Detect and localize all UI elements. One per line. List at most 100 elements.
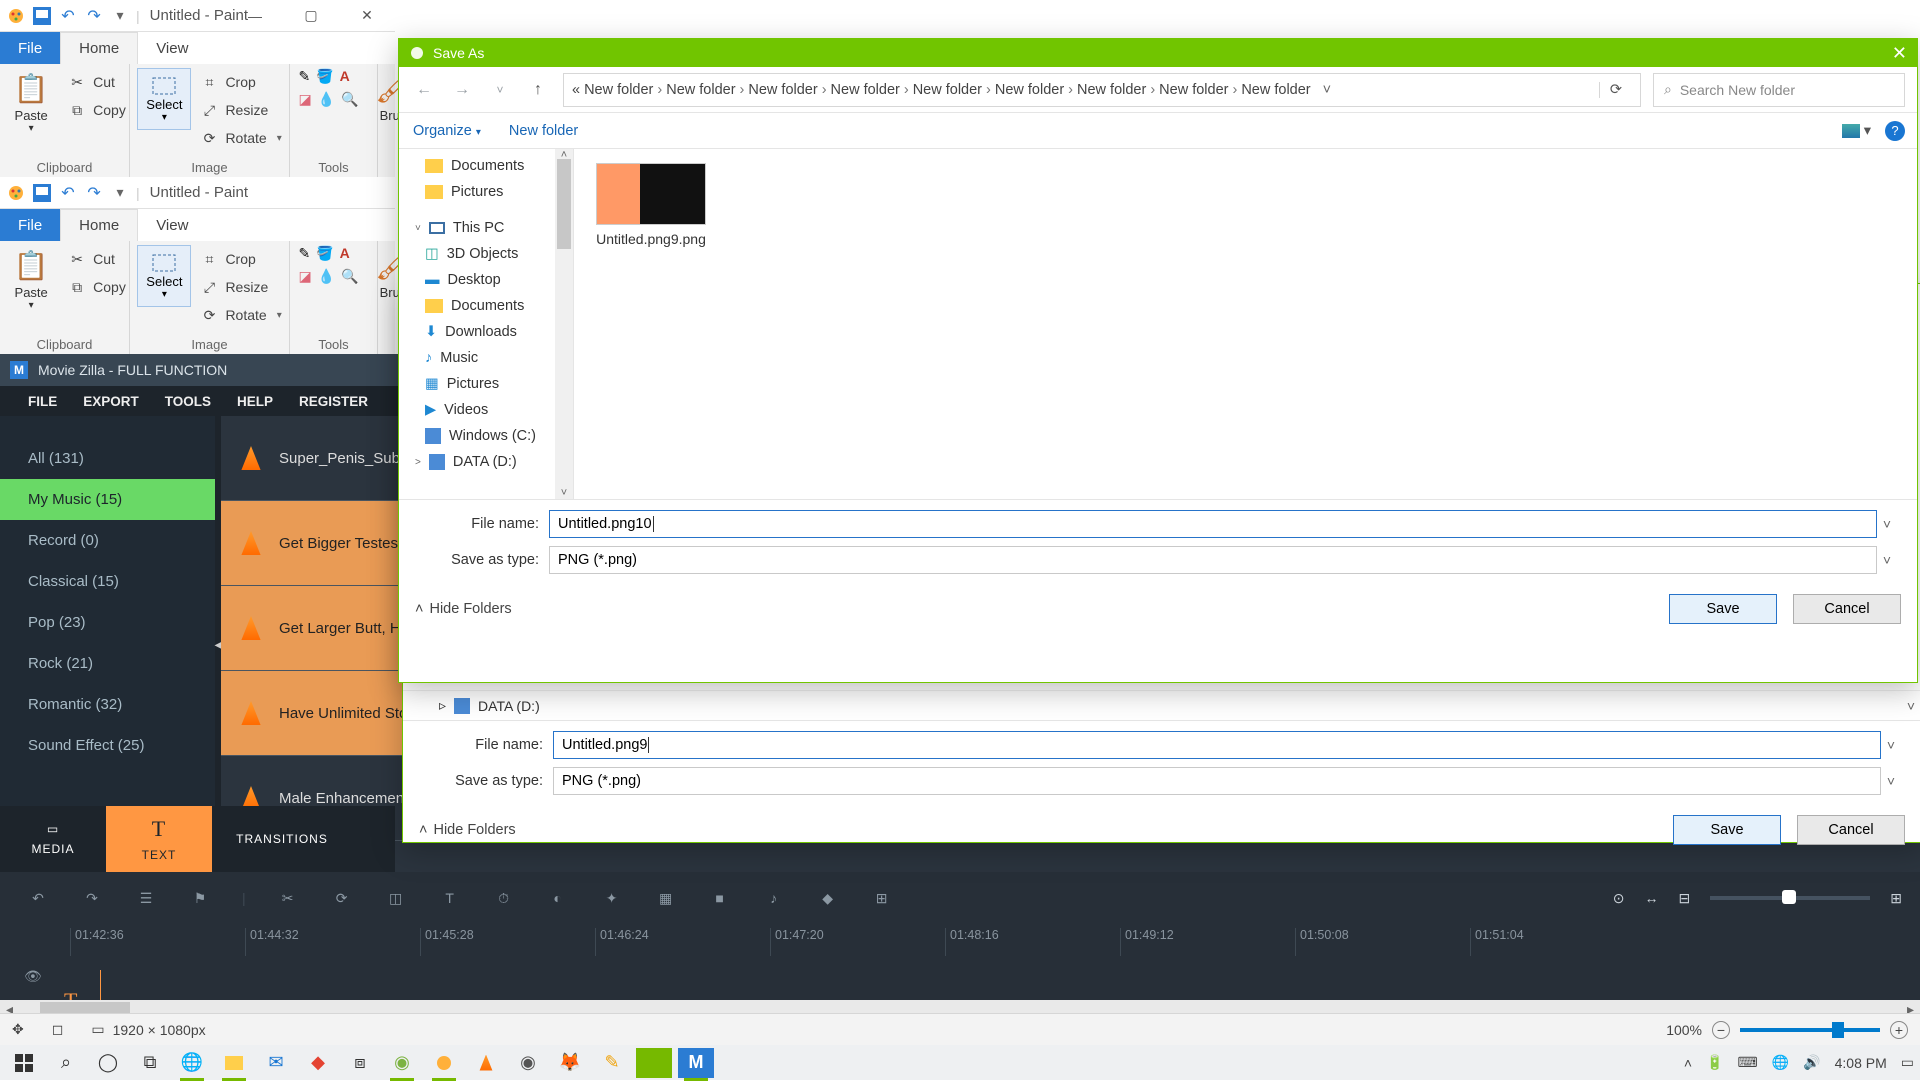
savetype-dropdown[interactable]: PNG (*.png) [549,546,1877,574]
cut-button[interactable]: ✂Cut [67,245,126,273]
view-dropdown-icon[interactable]: ▾ [1842,123,1871,139]
picker-tool-icon[interactable]: 💧 [318,91,335,108]
nvidia-icon[interactable] [636,1048,672,1078]
redo-icon[interactable]: ↶ [84,183,104,203]
battery-icon[interactable]: 🔋 [1706,1054,1723,1071]
cat-all[interactable]: All (131) [0,438,215,479]
vlc-icon[interactable] [468,1048,504,1078]
zoom-in-icon[interactable]: ⊞ [1890,890,1902,907]
help-icon[interactable]: ? [1885,121,1905,141]
cortana-icon[interactable]: ◯ [90,1048,126,1078]
todoist-icon[interactable]: ◆ [300,1048,336,1078]
zoom-slider[interactable] [1710,896,1870,900]
magnifier-tool-icon[interactable]: 🔍 [341,91,358,108]
nav-recent-icon[interactable]: ˅ [487,83,513,97]
paste-button[interactable]: 📋 Paste ▾ [3,68,59,134]
cut-button[interactable]: ✂Cut [67,68,126,96]
text-tool-icon[interactable]: A [340,68,350,84]
select-button[interactable]: Select▾ [137,68,191,130]
mail-icon[interactable]: ✉ [258,1048,294,1078]
task-view-icon[interactable]: ⧉ [132,1048,168,1078]
close-button[interactable]: ✕ [339,0,395,31]
breadcrumb[interactable]: « New folder› New folder› New folder› Ne… [563,73,1641,107]
cat-pop[interactable]: Pop (23) [0,602,215,643]
folder-content[interactable]: Untitled.png9.png [574,149,1917,499]
hide-folders-toggle[interactable]: ˄Hide Folders [415,601,512,617]
tree-scrollbar[interactable]: ˄ ˅ [555,149,573,499]
start-button[interactable] [6,1048,42,1078]
rotate-button[interactable]: ⟳Rotate [199,301,281,329]
save-icon[interactable] [32,183,52,203]
text-tool-icon[interactable]: A [340,245,350,261]
tab-view[interactable]: View [138,209,206,241]
split-icon[interactable]: ✂ [276,886,300,910]
close-button[interactable]: ✕ [1892,43,1907,64]
tab-file[interactable]: File [0,209,60,241]
qat-more-icon[interactable]: ▾ [110,183,130,203]
crop-button[interactable]: ⌗Crop [199,245,281,273]
tree-node-thispc[interactable]: ˅This PC [399,215,573,241]
fit-icon[interactable]: ↔ [1645,890,1659,906]
cancel-button[interactable]: Cancel [1793,594,1901,624]
savetype-dropdown[interactable]: PNG (*.png) [553,767,1881,795]
libtab-transitions[interactable]: TRANSITIONS [212,806,352,872]
speed-icon[interactable]: ⏱ [492,886,516,910]
nav-up-icon[interactable]: ↑ [525,81,551,99]
tree-node[interactable]: Windows (C:) [399,423,573,449]
tree-node[interactable]: ⬇Downloads [399,319,573,345]
nav-forward-icon[interactable]: → [449,81,475,99]
minimize-button[interactable]: — [227,0,283,31]
copy-button[interactable]: ⧉Copy [67,273,126,301]
mosaic-icon[interactable]: ▦ [654,886,678,910]
cat-mymusic[interactable]: My Music (15) [0,479,215,520]
fill-tool-icon[interactable]: 🪣 [316,68,333,85]
filename-dropdown-icon[interactable]: ˅ [1881,737,1901,753]
filename-dropdown-icon[interactable]: ˅ [1877,516,1897,532]
eraser-tool-icon[interactable]: ◪ [299,268,312,285]
menu-register[interactable]: REGISTER [299,394,368,409]
tab-home[interactable]: Home [60,32,138,64]
record-icon[interactable]: ■ [708,886,732,910]
savetype-caret-icon[interactable]: ˅ [1877,552,1897,568]
filename-input[interactable]: Untitled.png9 [553,731,1881,759]
resize-button[interactable]: ⤢Resize [199,96,281,124]
grid-icon[interactable]: ⊞ [870,886,894,910]
dropbox-icon[interactable]: ⧈ [342,1048,378,1078]
search-input[interactable]: ⌕ Search New folder [1653,73,1905,107]
fill-tool-icon[interactable]: 🪣 [316,245,333,262]
tree-node[interactable]: Pictures [399,179,573,205]
color-icon[interactable]: ◐ [546,886,570,910]
undo-icon[interactable]: ↶ [58,6,78,26]
crop-button[interactable]: ⌗Crop [199,68,281,96]
edge-icon[interactable]: 🌐 [174,1048,210,1078]
copy-button[interactable]: ⧉Copy [67,96,126,124]
cat-record[interactable]: Record (0) [0,520,215,561]
steam-icon[interactable]: ◉ [510,1048,546,1078]
pencil-tool-icon[interactable]: ✎ [299,68,311,85]
tab-home[interactable]: Home [60,209,138,241]
tree-node-data[interactable]: DATA (D:) [478,698,540,714]
hide-folders-toggle[interactable]: ˄Hide Folders [419,822,516,838]
tray-chevron-icon[interactable]: ˄ [1684,1055,1692,1071]
mz-track-area[interactable]: 01:42:36 01:44:32 01:45:28 01:46:24 01:4… [70,928,1914,970]
menu-help[interactable]: HELP [237,394,273,409]
refresh-icon[interactable]: ⟳ [1599,82,1632,98]
filename-input[interactable]: Untitled.png10 [549,510,1877,538]
tree-node[interactable]: ◫3D Objects [399,241,573,267]
save-button[interactable]: Save [1669,594,1777,624]
eye-icon[interactable]: 👁 [24,968,42,985]
savetype-caret-icon[interactable]: ˅ [1881,773,1901,789]
tree-node[interactable]: Documents [399,293,573,319]
qat-more-icon[interactable]: ▾ [110,6,130,26]
undo-icon[interactable]: ↶ [26,886,50,910]
audio-icon[interactable]: ♪ [762,886,786,910]
cat-rock[interactable]: Rock (21) [0,643,215,684]
redo-icon[interactable]: ↷ [80,886,104,910]
tree-node[interactable]: ▦Pictures [399,371,573,397]
menu-export[interactable]: EXPORT [83,394,139,409]
app-y-icon[interactable]: ✎ [594,1048,630,1078]
menu-tools[interactable]: TOOLS [165,394,211,409]
loop-icon[interactable]: ⊙ [1613,890,1625,907]
cat-classical[interactable]: Classical (15) [0,561,215,602]
zoom-in-button[interactable]: + [1890,1021,1908,1039]
